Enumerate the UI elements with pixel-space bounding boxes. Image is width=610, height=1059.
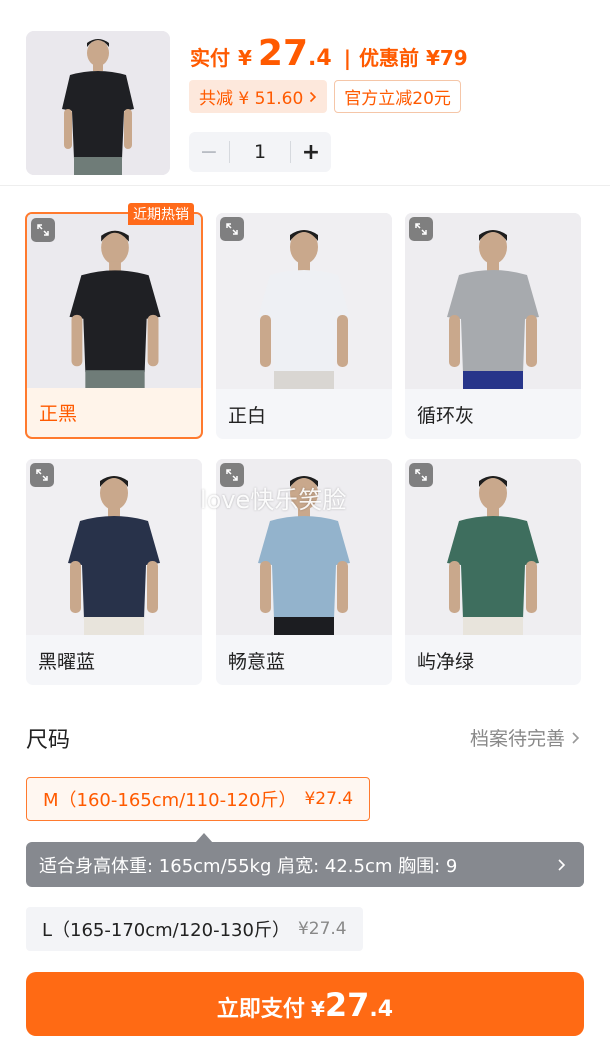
chevron-right-icon [557,858,565,871]
color-label: 循环灰 [417,404,475,427]
zoom-icon[interactable] [409,217,433,241]
color-option-5[interactable]: 屿净绿 [405,459,581,685]
size-option-l[interactable]: L（165-170cm/120-130斤） ¥27.4 [26,907,363,951]
paid-price-line: 实付 ¥ 27 .4 | 优惠前 ¥79 [190,33,468,77]
price-decimal: .4 [308,46,332,71]
discount-chips: 共减 ¥ 51.60 官方立减20元 [189,80,461,113]
price-divider: | [343,46,352,70]
watermark-text: love快乐笑脸 [200,486,347,514]
pay-price-integer: 27 [324,986,370,1024]
pay-label: 立即支付 [216,997,305,1022]
discount-chip-text: 共减 ¥ 51.60 [199,89,304,109]
decrease-button[interactable]: − [189,132,229,172]
zoom-icon[interactable] [31,218,55,242]
size-option-price: ¥27.4 [304,789,354,809]
zoom-icon[interactable] [409,463,433,487]
color-option-0[interactable]: 正黑 [25,212,203,439]
color-option-3[interactable]: 黑曜蓝 [26,459,202,685]
size-section-title: 尺码 [26,728,71,753]
discount-detail-chip[interactable]: 共减 ¥ 51.60 [189,80,328,113]
size-option-m[interactable]: M（160-165cm/110-120斤） ¥27.4 [26,777,371,821]
color-label: 畅意蓝 [228,650,286,673]
increase-button[interactable]: + [291,132,331,172]
chevron-right-icon [310,91,317,102]
chevron-right-icon [572,731,580,744]
coupon-chip: 官方立减20元 [334,80,461,113]
color-label: 屿净绿 [417,650,475,673]
color-option-2[interactable]: 循环灰 [405,213,581,439]
model-image-icon [26,31,170,175]
size-option-label: M（160-165cm/110-120斤） [43,790,297,811]
size-option-label: L（165-170cm/120-130斤） [42,920,290,941]
zoom-icon[interactable] [220,217,244,241]
color-label: 黑曜蓝 [38,650,96,673]
order-header: 实付 ¥ 27 .4 | 优惠前 ¥79 共减 ¥ 51.60 官方立减20元 … [0,0,610,186]
price-integer: 27 [257,33,309,74]
hot-sale-tag: 近期热销 [128,203,194,225]
quantity-value[interactable]: 1 [229,141,291,163]
fit-info-text: 适合身高体重: 165cm/55kg 肩宽: 42.5cm 胸围: 9 [39,855,458,877]
fit-info-bar[interactable]: 适合身高体重: 165cm/55kg 肩宽: 42.5cm 胸围: 9 [26,842,584,887]
profile-link-text: 档案待完善 [469,728,565,750]
pay-currency: ¥ [310,997,325,1021]
original-price: 优惠前 ¥79 [359,46,468,70]
pay-now-button[interactable]: 立即支付 ¥ 27 .4 [26,972,584,1036]
color-label: 正黑 [39,402,78,425]
product-thumbnail[interactable] [26,31,170,175]
currency-symbol: ¥ [238,46,252,70]
paid-label: 实付 [190,46,230,70]
quantity-stepper: − 1 + [189,132,331,172]
zoom-icon[interactable] [30,463,54,487]
fit-more-button[interactable] [538,842,584,887]
pay-price-decimal: .4 [369,997,394,1022]
size-option-price: ¥27.4 [297,919,347,939]
coupon-chip-text: 官方立减20元 [344,89,451,109]
color-option-1[interactable]: 正白 [216,213,392,439]
color-label: 正白 [228,404,267,427]
profile-link[interactable]: 档案待完善 [470,724,580,751]
